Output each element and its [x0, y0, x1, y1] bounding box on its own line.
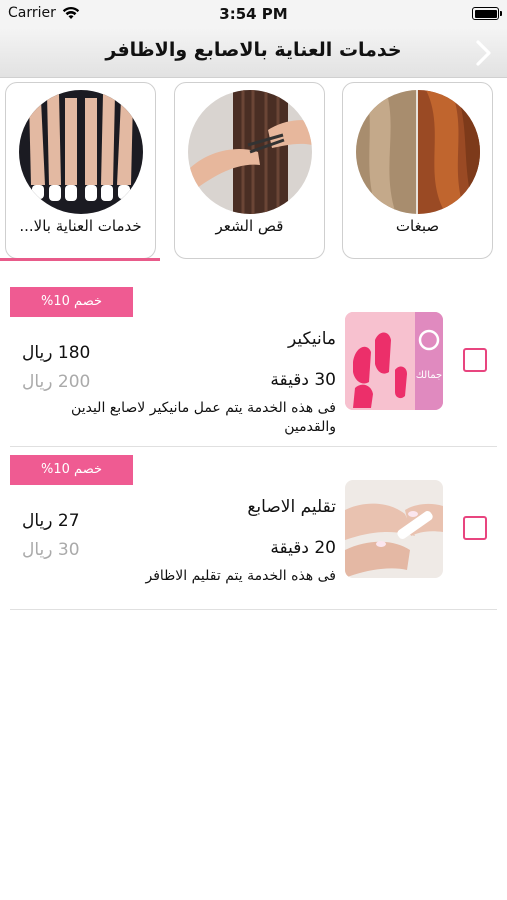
hair-dye-image — [356, 90, 480, 214]
manicure-image: جمالك — [345, 312, 443, 410]
battery-icon — [472, 7, 502, 20]
service-select-checkbox[interactable] — [463, 516, 487, 540]
page-title: خدمات العناية بالاصابع والاظافر — [105, 39, 402, 61]
service-duration: 20 دقيقة — [270, 538, 336, 558]
service-name: تقليم الاصابع — [247, 497, 336, 517]
status-time: 3:54 PM — [219, 5, 288, 23]
service-description: فى هذه الخدمة يتم عمل مانيكير لاصابع الي… — [71, 400, 336, 435]
service-name: مانيكير — [287, 329, 336, 349]
category-strip: صبغات قص الشعر خدمات العناية بالا... — [0, 82, 507, 260]
category-hair-cut[interactable]: قص الشعر — [174, 82, 325, 259]
category-label: صبغات — [395, 217, 440, 235]
back-chevron-icon[interactable] — [473, 39, 493, 67]
service-duration: 30 دقيقة — [270, 370, 336, 390]
service-old-price: 200 ريال — [22, 372, 91, 392]
selected-category-indicator — [0, 258, 160, 261]
hair-cut-image — [188, 90, 312, 214]
nav-bar: خدمات العناية بالاصابع والاظافر — [0, 28, 507, 78]
discount-badge: خصم 10% — [10, 455, 133, 485]
category-nail-care[interactable]: خدمات العناية بالا... — [5, 82, 156, 259]
discount-badge: خصم 10% — [10, 287, 133, 317]
brand-logo-text: جمالك — [416, 370, 442, 381]
service-select-checkbox[interactable] — [463, 348, 487, 372]
service-old-price: 30 ريال — [22, 540, 80, 560]
service-price: 180 ريال — [22, 343, 91, 363]
category-label: خدمات العناية بالا... — [19, 217, 142, 235]
service-description: فى هذه الخدمة يتم تقليم الاظافر — [145, 568, 336, 584]
category-hair-dye[interactable]: صبغات — [342, 82, 493, 259]
service-row: خصم 10% جمالك مانيكير 30 دقيقة 180 ريال … — [10, 287, 497, 447]
service-row: خصم 10% تقليم الاصابع 20 دقيقة 27 ريال 3… — [10, 455, 497, 610]
status-bar: Carrier 3:54 PM — [0, 0, 507, 28]
nail-care-image — [19, 90, 143, 214]
nail-trim-image — [345, 480, 443, 578]
category-label: قص الشعر — [215, 217, 284, 235]
service-price: 27 ريال — [22, 511, 80, 531]
